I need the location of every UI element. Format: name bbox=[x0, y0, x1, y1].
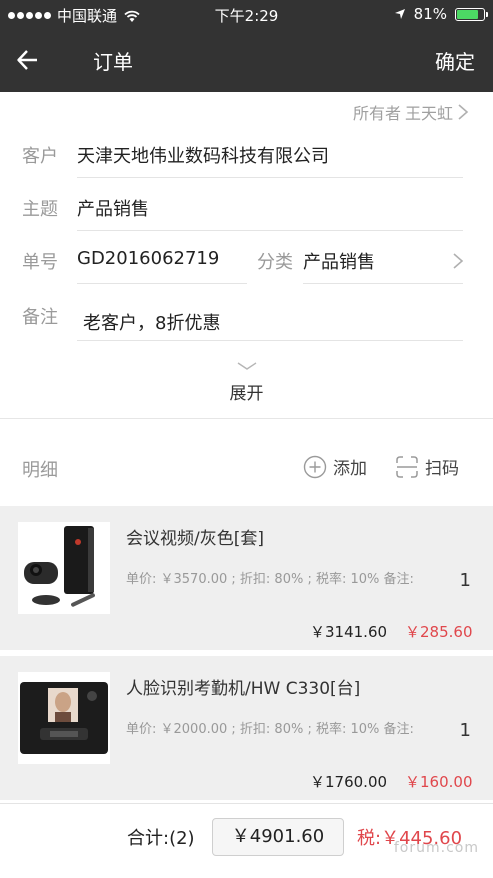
divider bbox=[77, 340, 463, 341]
item-name: 会议视频/灰色[套] bbox=[126, 529, 264, 549]
watermark: forum.com bbox=[393, 840, 479, 856]
subject-row: 主题 产品销售 bbox=[0, 185, 493, 231]
divider bbox=[303, 283, 463, 284]
summary-footer: 合计:(2) ￥4901.60 税:￥445.60 forum.com bbox=[0, 803, 493, 878]
product-image bbox=[18, 522, 110, 614]
item-meta: 单价: ￥3570.00 ; 折扣: 80% ; 税率: 10% 备注: bbox=[126, 572, 414, 587]
owner-label: 所有者 bbox=[352, 104, 401, 123]
details-title: 明细 bbox=[22, 460, 58, 481]
chevron-down-icon bbox=[237, 362, 256, 370]
category-label: 分类 bbox=[257, 252, 293, 273]
scan-button[interactable]: 扫码 bbox=[395, 454, 459, 479]
owner-name: 王天虹 bbox=[404, 104, 453, 123]
order-number-field[interactable]: GD2016062719 bbox=[77, 248, 219, 269]
product-image bbox=[18, 672, 110, 764]
item-price: ￥1760.00 bbox=[310, 773, 388, 791]
item-quantity: 1 bbox=[459, 570, 471, 591]
list-item[interactable]: 会议视频/灰色[套] 单价: ￥3570.00 ; 折扣: 80% ; 税率: … bbox=[0, 506, 493, 650]
remark-label: 备注 bbox=[22, 307, 58, 328]
plus-circle-icon bbox=[303, 455, 327, 478]
item-quantity: 1 bbox=[459, 720, 471, 741]
item-tax: ￥160.00 bbox=[405, 773, 473, 791]
divider bbox=[77, 230, 463, 231]
location-arrow-icon bbox=[394, 9, 405, 19]
nav-bar: 订单 确定 bbox=[0, 28, 493, 92]
item-price: ￥3141.60 bbox=[310, 623, 388, 641]
item-name: 人脸识别考勤机/HW C330[台] bbox=[126, 679, 361, 699]
back-arrow-icon[interactable] bbox=[14, 46, 42, 74]
subject-field[interactable]: 产品销售 bbox=[77, 195, 149, 221]
total-amount: ￥4901.60 bbox=[212, 818, 344, 856]
section-divider bbox=[0, 418, 493, 419]
add-label: 添加 bbox=[333, 459, 367, 479]
expand-toggle[interactable]: 展开 bbox=[0, 356, 493, 404]
owner-selector[interactable]: 所有者 王天虹 bbox=[353, 100, 469, 124]
item-tax: ￥285.60 bbox=[405, 623, 473, 641]
battery-percent: 81% bbox=[413, 5, 447, 23]
remark-field[interactable]: 老客户，8折优惠 bbox=[83, 309, 220, 335]
divider bbox=[77, 283, 247, 284]
chevron-right-icon bbox=[458, 104, 469, 120]
divider bbox=[77, 177, 463, 178]
details-header: 明细 添加 扫码 bbox=[0, 420, 493, 506]
category-field[interactable]: 产品销售 bbox=[303, 248, 375, 274]
item-meta: 单价: ￥2000.00 ; 折扣: 80% ; 税率: 10% 备注: bbox=[126, 722, 414, 737]
battery-icon bbox=[455, 7, 488, 21]
subject-label: 主题 bbox=[22, 199, 58, 220]
add-item-button[interactable]: 添加 bbox=[303, 454, 367, 479]
status-right: 81% bbox=[394, 5, 488, 23]
scan-icon bbox=[396, 455, 418, 478]
chevron-right-icon[interactable] bbox=[451, 252, 465, 270]
order-number-label: 单号 bbox=[22, 252, 58, 273]
total-label: 合计:(2) bbox=[127, 828, 195, 849]
scan-label: 扫码 bbox=[425, 459, 459, 479]
order-number-row: 单号 GD2016062719 分类 产品销售 bbox=[0, 238, 493, 284]
customer-field[interactable]: 天津天地伟业数码科技有限公司 bbox=[77, 142, 329, 168]
confirm-button[interactable]: 确定 bbox=[435, 46, 475, 75]
expand-label: 展开 bbox=[229, 384, 264, 404]
page-title: 订单 bbox=[93, 50, 133, 74]
customer-label: 客户 bbox=[22, 146, 58, 167]
remark-row: 备注 老客户，8折优惠 bbox=[0, 293, 493, 341]
list-item[interactable]: 人脸识别考勤机/HW C330[台] 单价: ￥2000.00 ; 折扣: 80… bbox=[0, 656, 493, 800]
status-bar: 中国联通 下午2:29 81% bbox=[0, 0, 493, 28]
customer-row: 客户 天津天地伟业数码科技有限公司 bbox=[0, 132, 493, 178]
